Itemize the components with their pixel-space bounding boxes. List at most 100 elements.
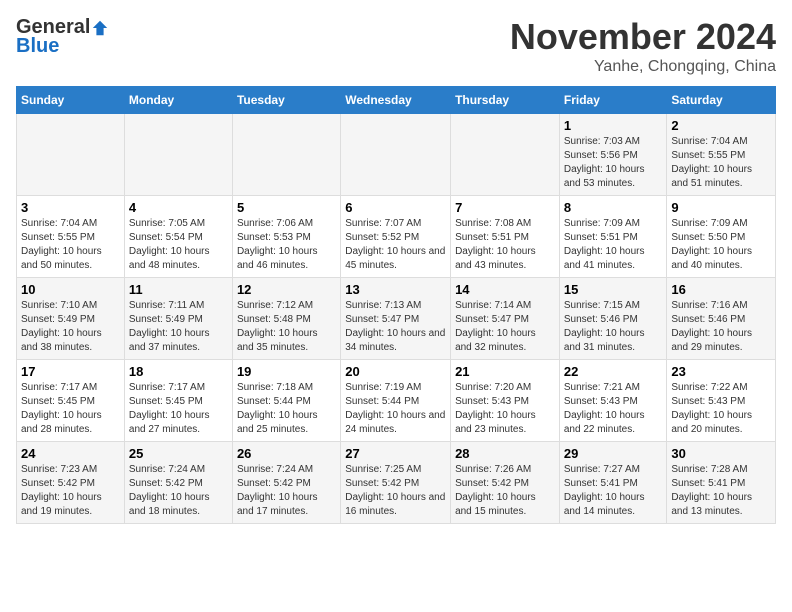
day-info: Sunrise: 7:07 AMSunset: 5:52 PMDaylight:… xyxy=(345,217,446,273)
calendar-cell: 13 Sunrise: 7:13 AMSunset: 5:47 PMDayligh… xyxy=(341,278,451,360)
day-number: 17 xyxy=(21,364,120,379)
calendar-cell: 1Sunrise: 7:03 AMSunset: 5:56 PMDaylight… xyxy=(559,114,667,196)
day-info: Sunrise: 7:25 AMSunset: 5:42 PMDaylight:… xyxy=(345,463,446,519)
day-number: 14 xyxy=(455,282,555,297)
calendar-cell: 5 Sunrise: 7:06 AMSunset: 5:53 PMDaylight… xyxy=(232,196,340,278)
calendar-cell: 14 Sunrise: 7:14 AMSunset: 5:47 PMDayligh… xyxy=(451,278,560,360)
calendar-cell xyxy=(124,114,232,196)
day-info: Sunrise: 7:21 AMSunset: 5:43 PMDaylight:… xyxy=(564,381,663,437)
day-info: Sunrise: 7:18 AMSunset: 5:44 PMDaylight:… xyxy=(237,381,336,437)
calendar-cell: 8 Sunrise: 7:09 AMSunset: 5:51 PMDaylight… xyxy=(559,196,667,278)
calendar-week-3: 10 Sunrise: 7:10 AMSunset: 5:49 PMDayligh… xyxy=(17,278,776,360)
day-number: 29 xyxy=(564,446,663,461)
day-info: Sunrise: 7:05 AMSunset: 5:54 PMDaylight:… xyxy=(129,217,228,273)
day-number: 19 xyxy=(237,364,336,379)
calendar-cell: 10 Sunrise: 7:10 AMSunset: 5:49 PMDayligh… xyxy=(17,278,125,360)
day-info: Sunrise: 7:27 AMSunset: 5:41 PMDaylight:… xyxy=(564,463,663,519)
calendar-cell: 15Sunrise: 7:15 AMSunset: 5:46 PMDayligh… xyxy=(559,278,667,360)
calendar-cell: 30 Sunrise: 7:28 AMSunset: 5:41 PMDayligh… xyxy=(667,442,776,524)
day-info: Sunrise: 7:22 AMSunset: 5:43 PMDaylight:… xyxy=(671,381,771,437)
day-number: 2 xyxy=(671,118,771,133)
day-info: Sunrise: 7:17 AMSunset: 5:45 PMDaylight:… xyxy=(129,381,228,437)
day-number: 24 xyxy=(21,446,120,461)
day-info: Sunrise: 7:09 AMSunset: 5:51 PMDaylight:… xyxy=(564,217,663,273)
calendar-cell: 25 Sunrise: 7:24 AMSunset: 5:42 PMDayligh… xyxy=(124,442,232,524)
day-header-wednesday: Wednesday xyxy=(341,87,451,114)
day-info: Sunrise: 7:19 AMSunset: 5:44 PMDaylight:… xyxy=(345,381,446,437)
calendar-cell: 22 Sunrise: 7:21 AMSunset: 5:43 PMDayligh… xyxy=(559,360,667,442)
day-number: 28 xyxy=(455,446,555,461)
location: Yanhe, Chongqing, China xyxy=(510,58,776,76)
calendar-cell: 18 Sunrise: 7:17 AMSunset: 5:45 PMDayligh… xyxy=(124,360,232,442)
calendar-week-5: 24 Sunrise: 7:23 AMSunset: 5:42 PMDayligh… xyxy=(17,442,776,524)
day-info: Sunrise: 7:14 AMSunset: 5:47 PMDaylight:… xyxy=(455,299,555,355)
day-number: 5 xyxy=(237,200,336,215)
calendar-cell: 9Sunrise: 7:09 AMSunset: 5:50 PMDaylight… xyxy=(667,196,776,278)
calendar-cell: 21 Sunrise: 7:20 AMSunset: 5:43 PMDayligh… xyxy=(451,360,560,442)
calendar-week-1: 1Sunrise: 7:03 AMSunset: 5:56 PMDaylight… xyxy=(17,114,776,196)
day-info: Sunrise: 7:24 AMSunset: 5:42 PMDaylight:… xyxy=(237,463,336,519)
day-info: Sunrise: 7:08 AMSunset: 5:51 PMDaylight:… xyxy=(455,217,555,273)
calendar-cell xyxy=(17,114,125,196)
calendar-week-2: 3Sunrise: 7:04 AMSunset: 5:55 PMDaylight… xyxy=(17,196,776,278)
day-info: Sunrise: 7:16 AMSunset: 5:46 PMDaylight:… xyxy=(671,299,771,355)
day-info: Sunrise: 7:20 AMSunset: 5:43 PMDaylight:… xyxy=(455,381,555,437)
calendar-cell: 29 Sunrise: 7:27 AMSunset: 5:41 PMDayligh… xyxy=(559,442,667,524)
day-header-monday: Monday xyxy=(124,87,232,114)
day-number: 30 xyxy=(671,446,771,461)
day-info: Sunrise: 7:10 AMSunset: 5:49 PMDaylight:… xyxy=(21,299,120,355)
day-number: 9 xyxy=(671,200,771,215)
day-number: 6 xyxy=(345,200,446,215)
calendar-cell: 16 Sunrise: 7:16 AMSunset: 5:46 PMDayligh… xyxy=(667,278,776,360)
calendar-cell: 23 Sunrise: 7:22 AMSunset: 5:43 PMDayligh… xyxy=(667,360,776,442)
day-number: 11 xyxy=(129,282,228,297)
day-info: Sunrise: 7:12 AMSunset: 5:48 PMDaylight:… xyxy=(237,299,336,355)
calendar-cell: 2 Sunrise: 7:04 AMSunset: 5:55 PMDaylight… xyxy=(667,114,776,196)
day-number: 13 xyxy=(345,282,446,297)
day-number: 15 xyxy=(564,282,663,297)
calendar-cell: 6 Sunrise: 7:07 AMSunset: 5:52 PMDaylight… xyxy=(341,196,451,278)
day-info: Sunrise: 7:11 AMSunset: 5:49 PMDaylight:… xyxy=(129,299,228,355)
day-header-thursday: Thursday xyxy=(451,87,560,114)
calendar-cell: 4 Sunrise: 7:05 AMSunset: 5:54 PMDaylight… xyxy=(124,196,232,278)
calendar-cell: 12 Sunrise: 7:12 AMSunset: 5:48 PMDayligh… xyxy=(232,278,340,360)
day-info: Sunrise: 7:23 AMSunset: 5:42 PMDaylight:… xyxy=(21,463,120,519)
day-info: Sunrise: 7:13 AMSunset: 5:47 PMDaylight:… xyxy=(345,299,446,355)
day-header-saturday: Saturday xyxy=(667,87,776,114)
day-number: 22 xyxy=(564,364,663,379)
day-number: 20 xyxy=(345,364,446,379)
day-number: 18 xyxy=(129,364,228,379)
calendar-cell xyxy=(451,114,560,196)
day-number: 25 xyxy=(129,446,228,461)
logo-icon xyxy=(91,19,109,37)
day-number: 16 xyxy=(671,282,771,297)
calendar-table: SundayMondayTuesdayWednesdayThursdayFrid… xyxy=(16,86,776,524)
day-info: Sunrise: 7:24 AMSunset: 5:42 PMDaylight:… xyxy=(129,463,228,519)
day-info: Sunrise: 7:17 AMSunset: 5:45 PMDaylight:… xyxy=(21,381,120,437)
day-info: Sunrise: 7:06 AMSunset: 5:53 PMDaylight:… xyxy=(237,217,336,273)
calendar-cell: 7 Sunrise: 7:08 AMSunset: 5:51 PMDaylight… xyxy=(451,196,560,278)
day-header-tuesday: Tuesday xyxy=(232,87,340,114)
day-info: Sunrise: 7:28 AMSunset: 5:41 PMDaylight:… xyxy=(671,463,771,519)
day-info: Sunrise: 7:04 AMSunset: 5:55 PMDaylight:… xyxy=(671,135,771,191)
day-header-friday: Friday xyxy=(559,87,667,114)
calendar-cell: 28 Sunrise: 7:26 AMSunset: 5:42 PMDayligh… xyxy=(451,442,560,524)
calendar-cell: 20 Sunrise: 7:19 AMSunset: 5:44 PMDayligh… xyxy=(341,360,451,442)
day-number: 4 xyxy=(129,200,228,215)
day-number: 7 xyxy=(455,200,555,215)
logo: General Blue xyxy=(16,16,109,58)
calendar-cell: 17 Sunrise: 7:17 AMSunset: 5:45 PMDayligh… xyxy=(17,360,125,442)
month-title: November 2024 xyxy=(510,16,776,58)
day-number: 21 xyxy=(455,364,555,379)
day-number: 23 xyxy=(671,364,771,379)
calendar-week-4: 17 Sunrise: 7:17 AMSunset: 5:45 PMDayligh… xyxy=(17,360,776,442)
calendar-cell xyxy=(232,114,340,196)
day-info: Sunrise: 7:04 AMSunset: 5:55 PMDaylight:… xyxy=(21,217,120,273)
day-info: Sunrise: 7:26 AMSunset: 5:42 PMDaylight:… xyxy=(455,463,555,519)
calendar-cell: 3Sunrise: 7:04 AMSunset: 5:55 PMDaylight… xyxy=(17,196,125,278)
day-number: 8 xyxy=(564,200,663,215)
day-number: 12 xyxy=(237,282,336,297)
day-number: 10 xyxy=(21,282,120,297)
calendar-cell xyxy=(341,114,451,196)
day-header-sunday: Sunday xyxy=(17,87,125,114)
